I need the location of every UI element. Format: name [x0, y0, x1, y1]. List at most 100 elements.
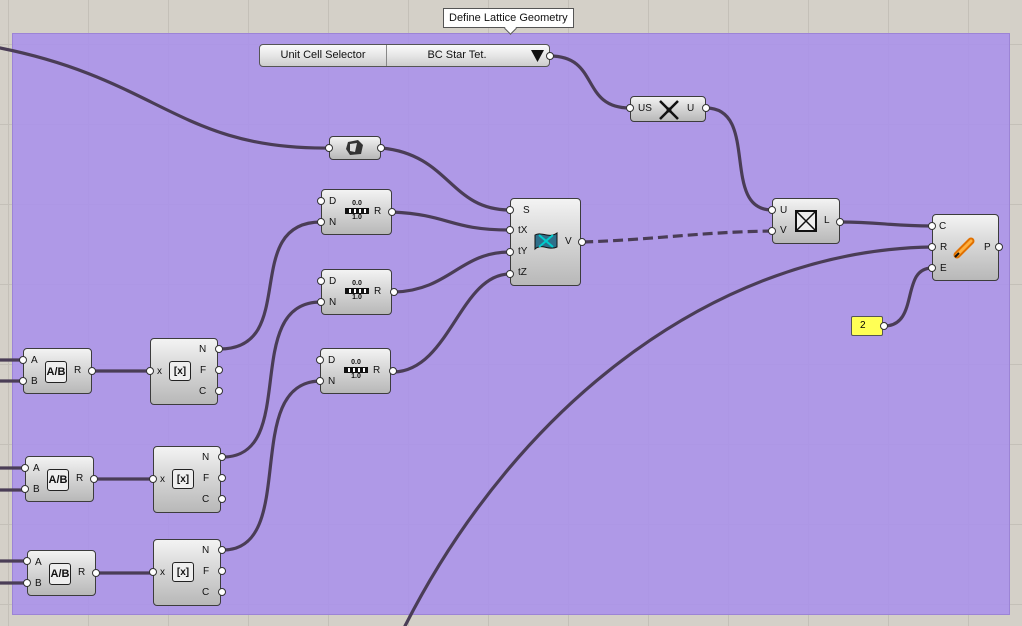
- div1-A-grip[interactable]: [19, 356, 27, 364]
- pin-U: U: [780, 205, 788, 216]
- lattice-L-grip[interactable]: [836, 218, 844, 226]
- int3-C-grip[interactable]: [218, 588, 226, 596]
- division-icon: A/B: [47, 469, 69, 491]
- star-lattice-icon: [658, 99, 680, 121]
- group-title: Define Lattice Geometry: [443, 8, 574, 28]
- div1-B-grip[interactable]: [19, 377, 27, 385]
- morph-tY-grip[interactable]: [506, 248, 514, 256]
- int1-F-grip[interactable]: [215, 366, 223, 374]
- lattice-U-grip[interactable]: [768, 206, 776, 214]
- div1-R-grip[interactable]: [88, 367, 96, 375]
- div2-B-grip[interactable]: [21, 485, 29, 493]
- pin-US: US: [638, 103, 652, 114]
- pin-D: D: [329, 276, 337, 287]
- pin-x: x: [160, 474, 165, 485]
- int1-x-grip[interactable]: [146, 367, 154, 375]
- range2-R-grip[interactable]: [390, 288, 398, 296]
- pin-P: P: [984, 242, 991, 253]
- selector-output-grip[interactable]: [546, 52, 554, 60]
- pin-tZ: tZ: [518, 267, 527, 278]
- division-component-2[interactable]: A B A/B R: [25, 456, 94, 502]
- unit-cell-component[interactable]: US U: [630, 96, 706, 122]
- morph-S-grip[interactable]: [506, 206, 514, 214]
- range1-R-grip[interactable]: [388, 208, 396, 216]
- unitcell-U-grip[interactable]: [702, 104, 710, 112]
- range-component-1[interactable]: D N 0.0 1.0 R: [321, 189, 392, 235]
- div3-R-grip[interactable]: [92, 569, 100, 577]
- pipe-component[interactable]: C R E P: [932, 214, 999, 281]
- range-icon-top: 0.0: [351, 359, 361, 366]
- int3-F-grip[interactable]: [218, 567, 226, 575]
- integer-icon: [x]: [172, 562, 194, 582]
- int3-x-grip[interactable]: [149, 568, 157, 576]
- dropdown-triangle-icon[interactable]: [531, 50, 544, 62]
- morph-tX-grip[interactable]: [506, 226, 514, 234]
- range3-N-grip[interactable]: [316, 377, 324, 385]
- int2-F-grip[interactable]: [218, 474, 226, 482]
- div3-A-grip[interactable]: [23, 557, 31, 565]
- morph-V-grip[interactable]: [578, 238, 586, 246]
- geometry-input-grip[interactable]: [325, 144, 333, 152]
- div2-A-grip[interactable]: [21, 464, 29, 472]
- range-icon-top: 0.0: [352, 280, 362, 287]
- pin-N: N: [329, 217, 337, 228]
- pin-B: B: [33, 484, 40, 495]
- pin-R: R: [74, 365, 82, 376]
- range3-R-grip[interactable]: [389, 367, 397, 375]
- div2-R-grip[interactable]: [90, 475, 98, 483]
- range-component-3[interactable]: D N 0.0 1.0 R: [320, 348, 391, 394]
- geometry-output-grip[interactable]: [377, 144, 385, 152]
- pipe-P-grip[interactable]: [995, 243, 1003, 251]
- pin-N: N: [328, 376, 336, 387]
- pin-V: V: [565, 236, 572, 247]
- lattice-component[interactable]: U V L: [772, 198, 840, 244]
- pipe-C-grip[interactable]: [928, 222, 936, 230]
- int2-N-grip[interactable]: [218, 453, 226, 461]
- pin-x: x: [160, 567, 165, 578]
- pin-D: D: [328, 355, 336, 366]
- integer-component-3[interactable]: x [x] N F C: [153, 539, 221, 606]
- pin-B: B: [31, 376, 38, 387]
- pin-R: R: [940, 242, 948, 253]
- selector-value[interactable]: BC Star Tet.: [387, 45, 527, 66]
- int2-x-grip[interactable]: [149, 475, 157, 483]
- pin-D: D: [329, 196, 337, 207]
- range2-N-grip[interactable]: [317, 298, 325, 306]
- unitcell-US-grip[interactable]: [626, 104, 634, 112]
- pin-R: R: [374, 286, 382, 297]
- int2-C-grip[interactable]: [218, 495, 226, 503]
- range-component-2[interactable]: D N 0.0 1.0 R: [321, 269, 392, 315]
- range-icon-bottom: 1.0: [352, 214, 362, 221]
- range1-N-grip[interactable]: [317, 218, 325, 226]
- division-component-1[interactable]: A B A/B R: [23, 348, 92, 394]
- unit-cell-selector[interactable]: Unit Cell Selector BC Star Tet.: [259, 44, 550, 67]
- pipe-R-grip[interactable]: [928, 243, 936, 251]
- lattice-V-grip[interactable]: [768, 227, 776, 235]
- division-component-3[interactable]: A B A/B R: [27, 550, 96, 596]
- range-icon: 0.0 1.0: [344, 199, 370, 223]
- morph-tZ-grip[interactable]: [506, 270, 514, 278]
- value-panel[interactable]: 2: [851, 316, 883, 336]
- panel-output-grip[interactable]: [880, 322, 888, 330]
- pin-U: U: [687, 103, 695, 114]
- geometry-icon: [344, 139, 366, 157]
- pin-C: C: [202, 587, 210, 598]
- geometry-param-component[interactable]: [329, 136, 381, 160]
- pipe-E-grip[interactable]: [928, 264, 936, 272]
- morph-component[interactable]: S tX tY tZ V: [510, 198, 581, 286]
- integer-component-2[interactable]: x [x] N F C: [153, 446, 221, 513]
- pin-V: V: [780, 225, 787, 236]
- int3-N-grip[interactable]: [218, 546, 226, 554]
- division-icon: A/B: [45, 361, 67, 383]
- range2-D-grip[interactable]: [317, 277, 325, 285]
- integer-icon: [x]: [169, 361, 191, 381]
- int1-N-grip[interactable]: [215, 345, 223, 353]
- range3-D-grip[interactable]: [316, 356, 324, 364]
- int1-C-grip[interactable]: [215, 387, 223, 395]
- div3-B-grip[interactable]: [23, 579, 31, 587]
- integer-component-1[interactable]: x [x] N F C: [150, 338, 218, 405]
- pin-A: A: [35, 557, 42, 568]
- range-icon: 0.0 1.0: [343, 358, 369, 382]
- pin-R: R: [374, 206, 382, 217]
- range1-D-grip[interactable]: [317, 197, 325, 205]
